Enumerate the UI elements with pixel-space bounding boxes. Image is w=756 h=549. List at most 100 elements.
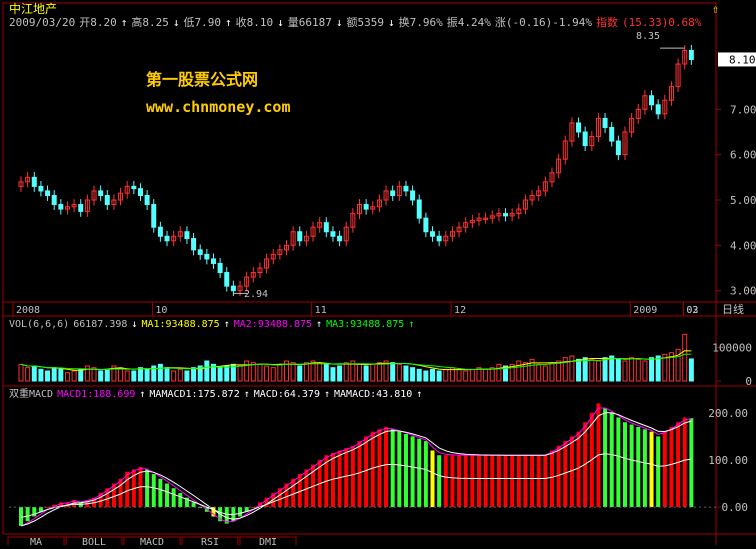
volume-bar xyxy=(522,362,528,382)
legend-part: 高8.25 xyxy=(131,15,169,29)
macd-bar xyxy=(689,418,694,508)
macd-bar xyxy=(443,455,448,508)
volume-bar xyxy=(337,365,343,382)
candle xyxy=(582,131,588,147)
volume-bar xyxy=(655,355,661,382)
candle xyxy=(191,238,197,251)
macd-bar xyxy=(364,436,369,508)
volume-bar xyxy=(649,357,655,382)
volume-bar xyxy=(317,362,323,382)
current-price-marker: 8.10 xyxy=(718,52,756,67)
candle xyxy=(157,226,163,237)
legend-part: 低7.90 xyxy=(183,16,221,29)
macd-pane[interactable] xyxy=(9,403,716,527)
legend-part: 指数 xyxy=(596,15,618,29)
volume-bar xyxy=(416,368,422,382)
candle xyxy=(410,190,416,201)
macd-bar xyxy=(457,455,462,508)
candle xyxy=(224,272,230,287)
macd-bar xyxy=(145,469,150,508)
macd-bar xyxy=(569,436,574,508)
legend-part: (15.33)0.68% xyxy=(622,16,702,29)
volume-tick-label: 0 xyxy=(745,375,752,388)
candlestick-pane[interactable] xyxy=(18,44,694,297)
volume-bar xyxy=(98,370,104,382)
volume-bar xyxy=(536,363,542,382)
candle xyxy=(104,194,110,206)
macd-bar xyxy=(151,474,156,508)
volume-bar xyxy=(250,362,256,382)
legend-part: ↓ xyxy=(277,16,284,29)
candle xyxy=(436,235,442,242)
volume-bar xyxy=(64,372,70,382)
macd-bar xyxy=(510,455,515,508)
volume-bar xyxy=(456,368,462,382)
tab-label: MACD xyxy=(140,537,164,545)
macd-tick-label: 200.00 xyxy=(708,407,748,420)
legend-part: MA1:93488.875 xyxy=(141,319,219,330)
macd-bar xyxy=(629,424,634,508)
high-price-label: 8.35 xyxy=(636,31,660,42)
volume-bar xyxy=(323,363,329,382)
candle xyxy=(151,204,157,228)
macd-bar xyxy=(609,412,614,508)
date-label: 03 xyxy=(686,305,698,316)
candle xyxy=(615,140,621,156)
candle xyxy=(390,190,396,196)
date-axis: 2008 10 11 12 2009 0203 日线 xyxy=(12,302,744,316)
volume-bar xyxy=(38,368,44,382)
macd-bar xyxy=(410,436,415,508)
macd-bar xyxy=(19,507,23,526)
macd-bar xyxy=(603,408,608,508)
legend-part: MA3:93488.875 xyxy=(326,319,404,330)
volume-bar xyxy=(390,362,396,382)
volume-bar xyxy=(542,365,548,382)
volume-bar xyxy=(615,358,621,382)
volume-bar xyxy=(363,365,369,382)
legend-part: 涨(-0.16)-1.94% xyxy=(495,16,592,29)
macd-bar xyxy=(556,445,561,508)
macd-bar xyxy=(543,455,548,508)
legend-part: ↑ xyxy=(324,389,330,400)
candle xyxy=(58,204,64,210)
legend-part: 量66187 xyxy=(288,16,332,29)
indicator-tabs: MA BOLL MACD RSI DMI xyxy=(7,536,297,548)
macd-bar xyxy=(476,455,481,508)
candle xyxy=(197,249,203,255)
volume-bar xyxy=(635,358,641,382)
volume-bar xyxy=(290,362,296,382)
macd-bar xyxy=(616,417,621,508)
legend-part: ↑ xyxy=(121,16,128,29)
macd-bar xyxy=(649,431,654,508)
volume-bar xyxy=(576,358,582,382)
legend-part: ↓ xyxy=(173,16,180,29)
date-label: 12 xyxy=(454,305,466,316)
macd-bar xyxy=(357,441,362,508)
volume-bar xyxy=(622,360,628,382)
volume-bar xyxy=(602,357,608,382)
volume-pane[interactable] xyxy=(18,333,694,382)
volume-bar xyxy=(78,368,84,382)
macd-bar xyxy=(238,507,243,517)
macd-bar xyxy=(178,492,183,508)
macd-bar xyxy=(490,455,495,508)
low-price-label: 2.94 xyxy=(244,289,268,300)
stock-title: 中江地产 xyxy=(9,1,57,16)
volume-bar xyxy=(51,367,57,382)
candle xyxy=(609,126,615,142)
candle xyxy=(423,217,429,233)
macd-legend: 双重MACD MACD1:188.699 ↑ MAMACD1:175.872 ↑ MACD… xyxy=(9,387,422,400)
macd-axis: 200.00 100.00 0.00 xyxy=(708,407,748,514)
volume-bar xyxy=(595,360,601,382)
volume-bar xyxy=(71,370,77,382)
volume-bar xyxy=(270,367,276,382)
macd-bar xyxy=(125,471,130,508)
legend-part: ↑ xyxy=(244,389,250,400)
tab-label: MA xyxy=(30,537,42,545)
up-arrow-icon[interactable]: ⇧ xyxy=(712,2,719,16)
macd-bar xyxy=(25,507,30,522)
volume-axis: 100000 0 xyxy=(712,342,752,388)
candle xyxy=(503,213,509,217)
volume-legend: VOL(6,6,6) 66187.398 ↓ MA1:93488.875 ↑ MA2:93… xyxy=(9,319,414,330)
candle xyxy=(337,235,343,242)
